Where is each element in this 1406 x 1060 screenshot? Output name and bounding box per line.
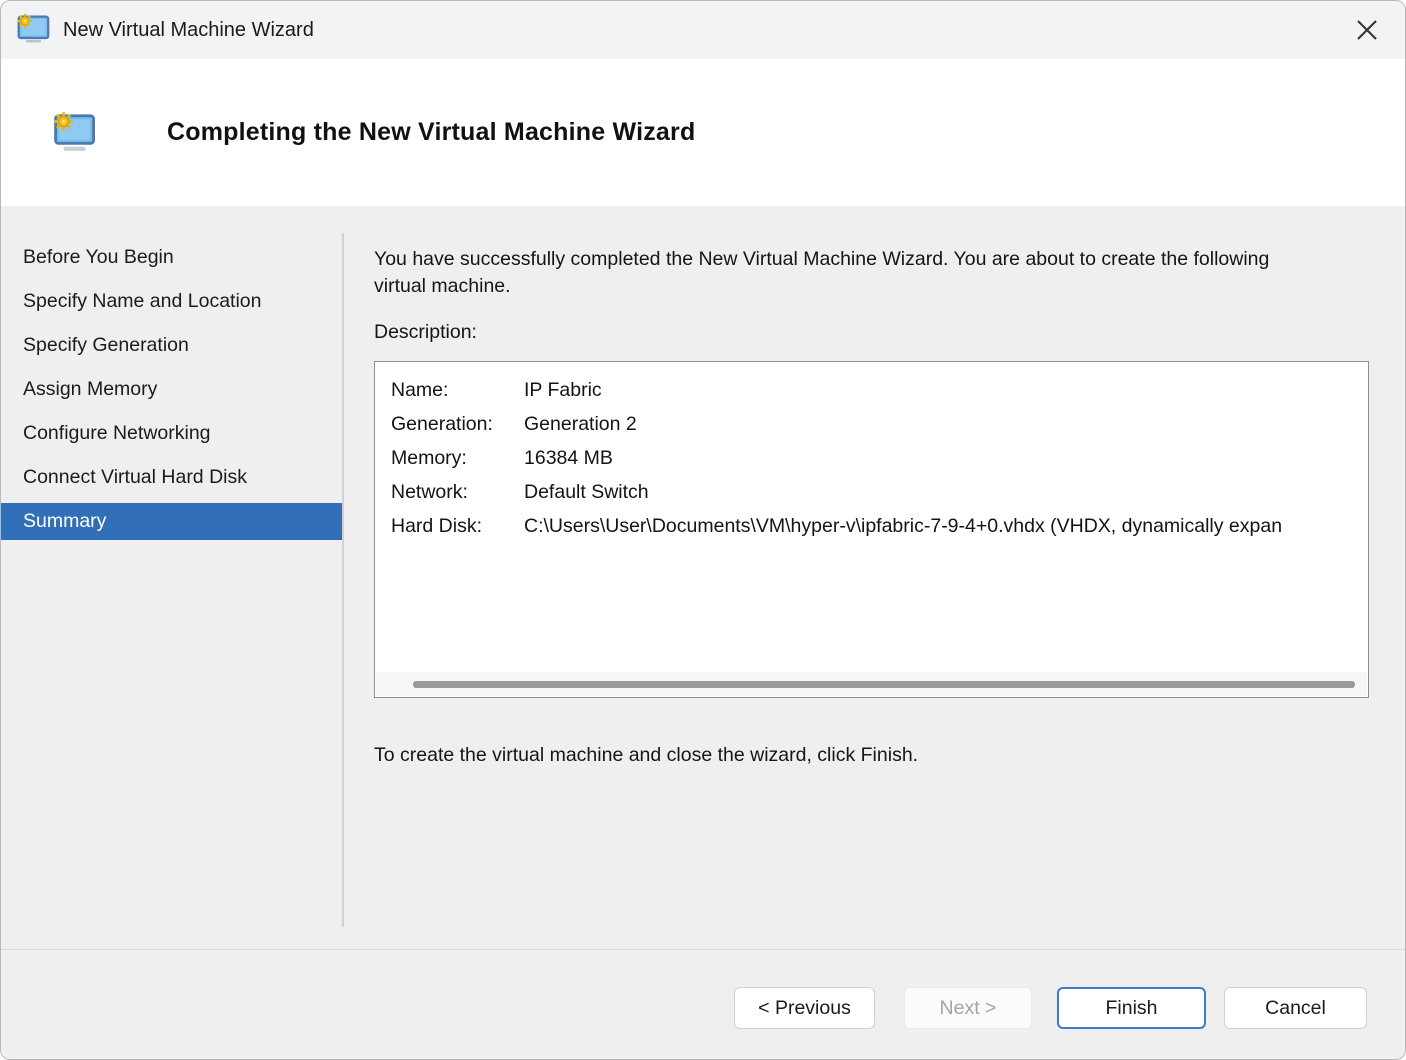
wizard-header: Completing the New Virtual Machine Wizar… (1, 59, 1405, 206)
summary-row-value: IP Fabric (524, 379, 602, 402)
summary-row-label: Hard Disk: (391, 515, 524, 538)
sidebar-item-connect-virtual-hard-disk[interactable]: Connect Virtual Hard Disk (1, 459, 342, 496)
summary-row-hard-disk: Hard Disk: C:\Users\User\Documents\VM\hy… (391, 509, 1368, 543)
horizontal-scrollbar[interactable] (376, 672, 1367, 696)
sidebar-item-before-you-begin[interactable]: Before You Begin (1, 239, 342, 276)
previous-button[interactable]: < Previous (734, 987, 875, 1029)
titlebar: New Virtual Machine Wizard (1, 1, 1405, 59)
summary-row-memory: Memory: 16384 MB (391, 441, 1368, 475)
summary-row-label: Memory: (391, 447, 524, 470)
wizard-window: New Virtual Machine Wizard Completing th… (0, 0, 1406, 1060)
window-title: New Virtual Machine Wizard (63, 19, 314, 42)
sidebar-item-summary[interactable]: Summary (1, 503, 342, 540)
summary-row-value: Default Switch (524, 481, 649, 504)
summary-row-network: Network: Default Switch (391, 475, 1368, 509)
description-box: Name: IP Fabric Generation: Generation 2… (374, 361, 1369, 698)
summary-row-label: Network: (391, 481, 524, 504)
summary-row-value: 16384 MB (524, 447, 613, 470)
intro-text: You have successfully completed the New … (374, 246, 1289, 300)
vm-monitor-gear-icon (51, 111, 97, 155)
sidebar-item-assign-memory[interactable]: Assign Memory (1, 371, 342, 408)
summary-row-label: Generation: (391, 413, 524, 436)
finish-button[interactable]: Finish (1057, 987, 1206, 1029)
wizard-steps-sidebar: Before You Begin Specify Name and Locati… (1, 206, 342, 949)
sidebar-item-specify-generation[interactable]: Specify Generation (1, 327, 342, 364)
vm-monitor-gear-icon (15, 13, 51, 47)
cancel-button[interactable]: Cancel (1224, 987, 1367, 1029)
close-icon (1354, 17, 1380, 43)
next-button[interactable]: Next > (904, 987, 1032, 1029)
finish-hint-text: To create the virtual machine and close … (374, 744, 1369, 767)
summary-row-label: Name: (391, 379, 524, 402)
content-area: Before You Begin Specify Name and Locati… (1, 206, 1405, 949)
close-button[interactable] (1347, 11, 1387, 49)
description-label: Description: (374, 321, 1369, 344)
sidebar-item-configure-networking[interactable]: Configure Networking (1, 415, 342, 452)
summary-page: You have successfully completed the New … (344, 206, 1405, 949)
page-title: Completing the New Virtual Machine Wizar… (167, 118, 695, 147)
sidebar-item-specify-name-and-location[interactable]: Specify Name and Location (1, 283, 342, 320)
horizontal-scrollbar-thumb[interactable] (413, 681, 1355, 688)
button-row: < Previous Next > Finish Cancel (734, 987, 1367, 1029)
description-rows: Name: IP Fabric Generation: Generation 2… (375, 362, 1368, 543)
summary-row-value: Generation 2 (524, 413, 637, 436)
summary-row-name: Name: IP Fabric (391, 373, 1368, 407)
summary-row-generation: Generation: Generation 2 (391, 407, 1368, 441)
summary-row-value: C:\Users\User\Documents\VM\hyper-v\ipfab… (524, 515, 1282, 538)
button-bar: < Previous Next > Finish Cancel (1, 949, 1405, 1059)
